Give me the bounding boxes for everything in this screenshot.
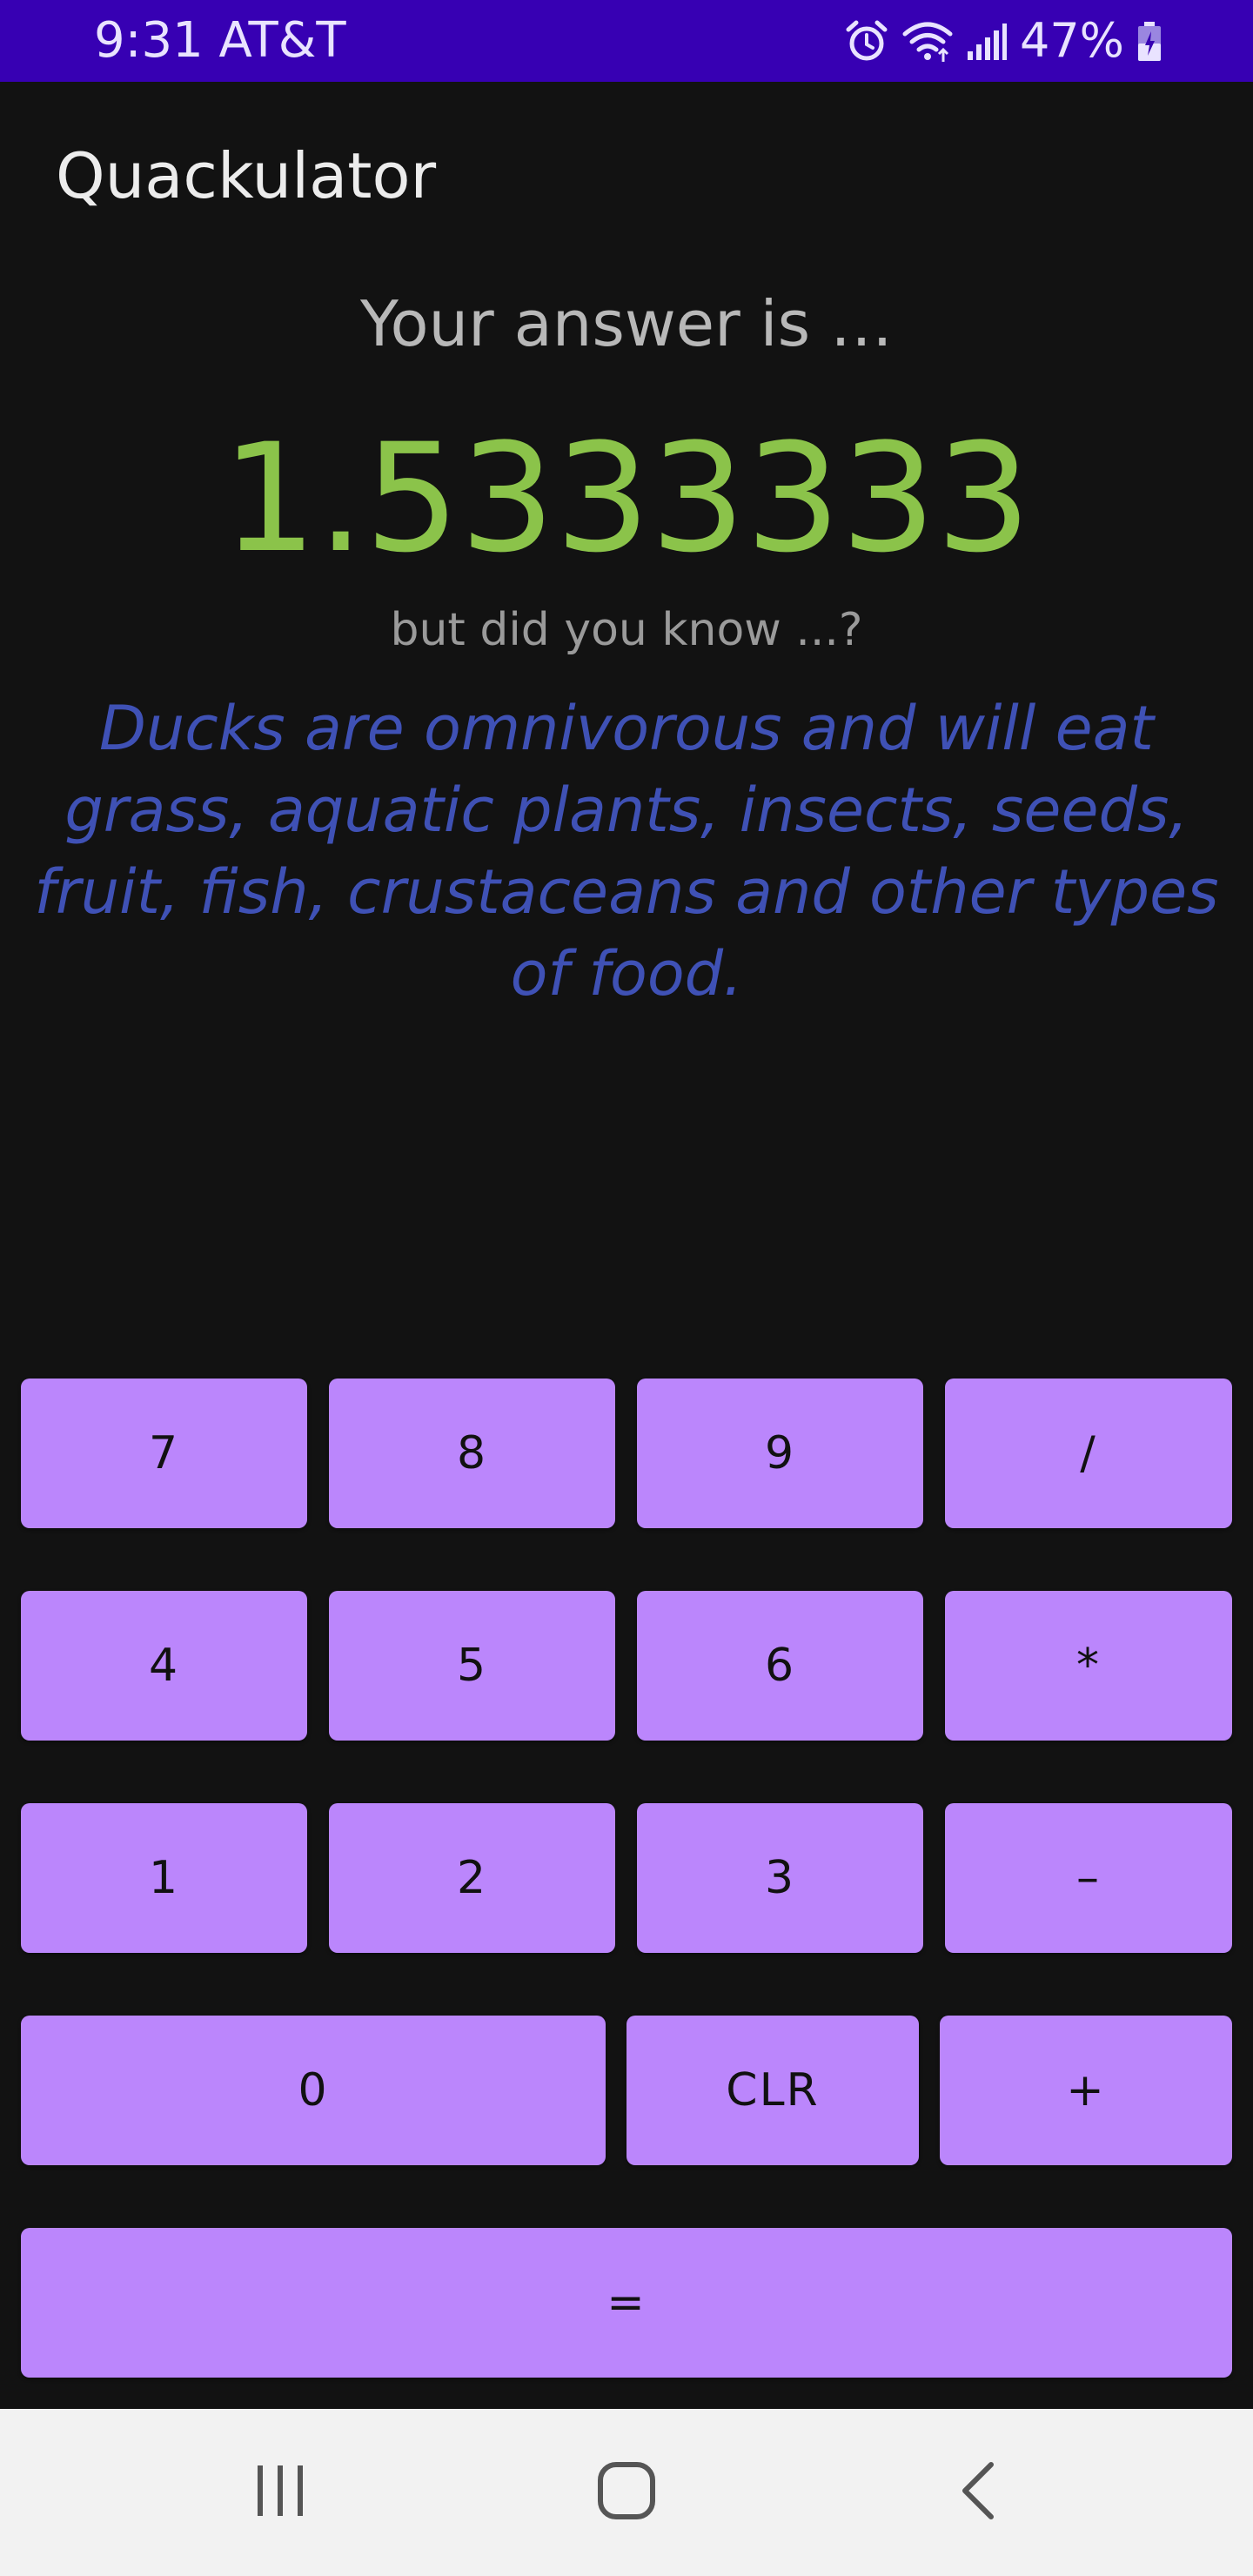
recents-button[interactable] bbox=[193, 2409, 367, 2576]
battery-icon bbox=[1136, 18, 1163, 64]
key-4[interactable]: 4 bbox=[21, 1591, 307, 1741]
divide-button[interactable]: / bbox=[945, 1379, 1232, 1528]
alarm-icon bbox=[844, 18, 889, 64]
recents-icon bbox=[252, 2460, 308, 2526]
home-button[interactable] bbox=[539, 2409, 714, 2576]
key-3[interactable]: 3 bbox=[637, 1803, 923, 1953]
navigation-bar bbox=[0, 2409, 1253, 2576]
add-button[interactable]: + bbox=[940, 2016, 1232, 2165]
key-0[interactable]: 0 bbox=[21, 2016, 606, 2165]
signal-icon bbox=[966, 18, 1008, 64]
duck-fact: Ducks are omnivorous and will eat grass,… bbox=[34, 693, 1219, 1010]
app-title: Quackulator bbox=[56, 139, 437, 212]
answer-value: 1.5333333 bbox=[221, 411, 1032, 586]
back-icon bbox=[956, 2459, 1000, 2526]
wifi-icon bbox=[901, 18, 954, 64]
key-8[interactable]: 8 bbox=[329, 1379, 615, 1528]
status-icons: 47% bbox=[844, 0, 1163, 82]
status-bar: 9:31 AT&T 47% bbox=[0, 0, 1253, 82]
home-icon bbox=[595, 2459, 658, 2526]
key-9[interactable]: 9 bbox=[637, 1379, 923, 1528]
key-5[interactable]: 5 bbox=[329, 1591, 615, 1741]
key-1[interactable]: 1 bbox=[21, 1803, 307, 1953]
multiply-button[interactable]: * bbox=[945, 1591, 1232, 1741]
answer-heading: Your answer is … bbox=[360, 287, 893, 360]
equals-button[interactable]: = bbox=[21, 2228, 1232, 2378]
status-time: 9:31 AT&T bbox=[94, 12, 346, 69]
clear-button[interactable]: CLR bbox=[626, 2016, 919, 2165]
key-7[interactable]: 7 bbox=[21, 1379, 307, 1528]
key-6[interactable]: 6 bbox=[637, 1591, 923, 1741]
subtract-button[interactable]: – bbox=[945, 1803, 1232, 1953]
did-you-know-label: but did you know ...? bbox=[390, 604, 863, 656]
key-2[interactable]: 2 bbox=[329, 1803, 615, 1953]
battery-percentage: 47% bbox=[1019, 13, 1124, 68]
back-button[interactable] bbox=[891, 2409, 1065, 2576]
